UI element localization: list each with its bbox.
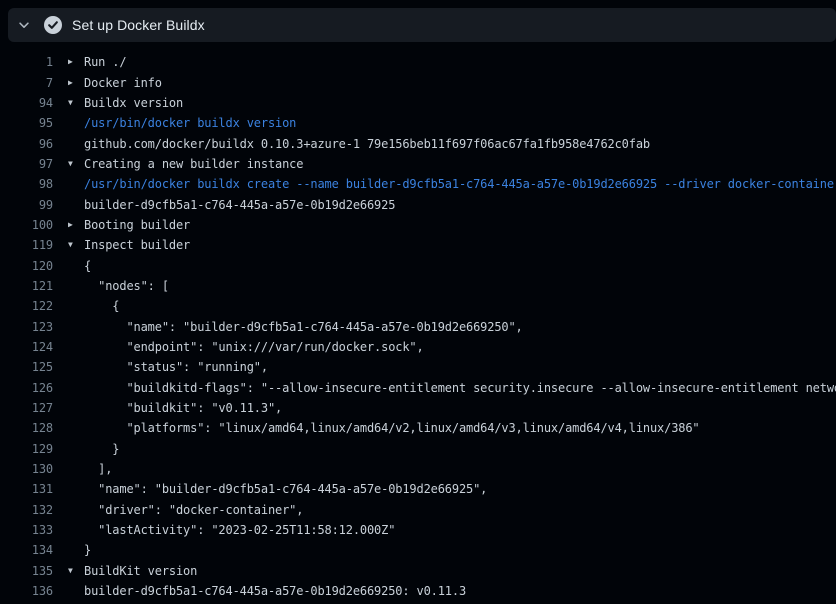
output-text: "buildkitd-flags": "--allow-insecure-ent… <box>84 381 836 395</box>
line-number-link[interactable]: 134 <box>0 543 53 557</box>
log-row: 129 } <box>0 439 836 459</box>
log-row: 122 { <box>0 296 836 316</box>
log-row: 95/usr/bin/docker buildx version <box>0 113 836 133</box>
line-number-link[interactable]: 119 <box>0 238 53 252</box>
log-row: 126 "buildkitd-flags": "--allow-insecure… <box>0 378 836 398</box>
line-number-link[interactable]: 133 <box>0 523 53 537</box>
log-group-row[interactable]: 119▼Inspect builder <box>0 235 836 255</box>
output-text: builder-d9cfb5a1-c764-445a-a57e-0b19d2e6… <box>84 198 395 212</box>
line-number-link[interactable]: 131 <box>0 482 53 496</box>
line-number-link[interactable]: 98 <box>0 177 53 191</box>
log-row: 131 "name": "builder-d9cfb5a1-c764-445a-… <box>0 479 836 499</box>
log-row: 99 builder-d9cfb5a1-c764-445a-a57e-0b19d2… <box>0 194 836 214</box>
group-title[interactable]: Buildx version <box>84 96 183 110</box>
log-row: 98/usr/bin/docker buildx create --name b… <box>0 174 836 194</box>
output-text: "platforms": "linux/amd64,linux/amd64/v2… <box>84 421 700 435</box>
line-number-link[interactable]: 121 <box>0 279 53 293</box>
log-row: 134} <box>0 540 836 560</box>
group-collapsed-triangle-icon[interactable]: ▶ <box>53 58 84 66</box>
line-number-link[interactable]: 95 <box>0 116 53 130</box>
group-expanded-triangle-icon[interactable]: ▼ <box>53 160 84 168</box>
log-row: 124 "endpoint": "unix:///var/run/docker.… <box>0 337 836 357</box>
chevron-down-icon[interactable] <box>16 17 32 33</box>
group-title[interactable]: BuildKit version <box>84 564 197 578</box>
command-text: /usr/bin/docker buildx version <box>84 116 296 130</box>
line-number-link[interactable]: 97 <box>0 157 53 171</box>
command-text: /usr/bin/docker buildx create --name bui… <box>84 177 836 191</box>
line-number-link[interactable]: 126 <box>0 381 53 395</box>
output-text: "nodes": [ <box>84 279 169 293</box>
group-expanded-triangle-icon[interactable]: ▼ <box>53 99 84 107</box>
log-group-row[interactable]: 7▶Docker info <box>0 72 836 92</box>
log-row: 96 github.com/docker/buildx 0.10.3+azure-… <box>0 133 836 153</box>
output-text: "name": "builder-d9cfb5a1-c764-445a-a57e… <box>84 482 487 496</box>
log-row: 130 ], <box>0 459 836 479</box>
log-row: 120 { <box>0 255 836 275</box>
log-group-row[interactable]: 1▶Run ./ <box>0 52 836 72</box>
group-title[interactable]: Docker info <box>84 76 162 90</box>
line-number-link[interactable]: 99 <box>0 198 53 212</box>
output-text: { <box>84 259 91 273</box>
log-row: 133 "lastActivity": "2023-02-25T11:58:12… <box>0 520 836 540</box>
group-title[interactable]: Run ./ <box>84 55 126 69</box>
line-number-link[interactable]: 135 <box>0 564 53 578</box>
line-number-link[interactable]: 130 <box>0 462 53 476</box>
log-row: 127 "buildkit": "v0.11.3", <box>0 398 836 418</box>
output-text: "endpoint": "unix:///var/run/docker.sock… <box>84 340 424 354</box>
output-text: { <box>84 299 119 313</box>
output-text: "buildkit": "v0.11.3", <box>84 401 282 415</box>
line-number-link[interactable]: 94 <box>0 96 53 110</box>
group-title[interactable]: Inspect builder <box>84 238 190 252</box>
output-text: } <box>84 442 119 456</box>
group-collapsed-triangle-icon[interactable]: ▶ <box>53 79 84 87</box>
line-number-link[interactable]: 120 <box>0 259 53 273</box>
line-number-link[interactable]: 124 <box>0 340 53 354</box>
line-number-link[interactable]: 123 <box>0 320 53 334</box>
group-expanded-triangle-icon[interactable]: ▼ <box>53 567 84 575</box>
line-number-link[interactable]: 127 <box>0 401 53 415</box>
log-row: 123 "name": "builder-d9cfb5a1-c764-445a-… <box>0 316 836 336</box>
step-header[interactable]: Set up Docker Buildx <box>8 8 836 42</box>
output-text: builder-d9cfb5a1-c764-445a-a57e-0b19d2e6… <box>84 584 466 598</box>
check-circle-icon <box>44 16 62 34</box>
group-title[interactable]: Creating a new builder instance <box>84 157 303 171</box>
output-text: "driver": "docker-container", <box>84 503 303 517</box>
output-text: "lastActivity": "2023-02-25T11:58:12.000… <box>84 523 395 537</box>
output-text: ], <box>84 462 112 476</box>
log-group-row[interactable]: 94▼Buildx version <box>0 93 836 113</box>
group-title[interactable]: Booting builder <box>84 218 190 232</box>
line-number-link[interactable]: 122 <box>0 299 53 313</box>
line-number-link[interactable]: 132 <box>0 503 53 517</box>
line-number-link[interactable]: 1 <box>0 55 53 69</box>
log-group-row[interactable]: 97▼Creating a new builder instance <box>0 154 836 174</box>
line-number-link[interactable]: 136 <box>0 584 53 598</box>
line-number-link[interactable]: 128 <box>0 421 53 435</box>
step-title: Set up Docker Buildx <box>68 17 205 33</box>
output-text: "name": "builder-d9cfb5a1-c764-445a-a57e… <box>84 320 523 334</box>
log-lines: 1▶Run ./7▶Docker info94▼Buildx version95… <box>0 42 836 604</box>
line-number-link[interactable]: 100 <box>0 218 53 232</box>
log-row: 128 "platforms": "linux/amd64,linux/amd6… <box>0 418 836 438</box>
line-number-link[interactable]: 96 <box>0 137 53 151</box>
log-row: 132 "driver": "docker-container", <box>0 500 836 520</box>
log-group-row[interactable]: 135▼BuildKit version <box>0 561 836 581</box>
group-collapsed-triangle-icon[interactable]: ▶ <box>53 221 84 229</box>
group-expanded-triangle-icon[interactable]: ▼ <box>53 241 84 249</box>
line-number-link[interactable]: 7 <box>0 76 53 90</box>
line-number-link[interactable]: 129 <box>0 442 53 456</box>
output-text: } <box>84 543 91 557</box>
log-row: 136 builder-d9cfb5a1-c764-445a-a57e-0b19d… <box>0 581 836 601</box>
output-text: github.com/docker/buildx 0.10.3+azure-1 … <box>84 137 650 151</box>
log-row: 121 "nodes": [ <box>0 276 836 296</box>
output-text: "status": "running", <box>84 360 268 374</box>
log-group-row[interactable]: 100▶Booting builder <box>0 215 836 235</box>
line-number-link[interactable]: 125 <box>0 360 53 374</box>
log-row: 125 "status": "running", <box>0 357 836 377</box>
